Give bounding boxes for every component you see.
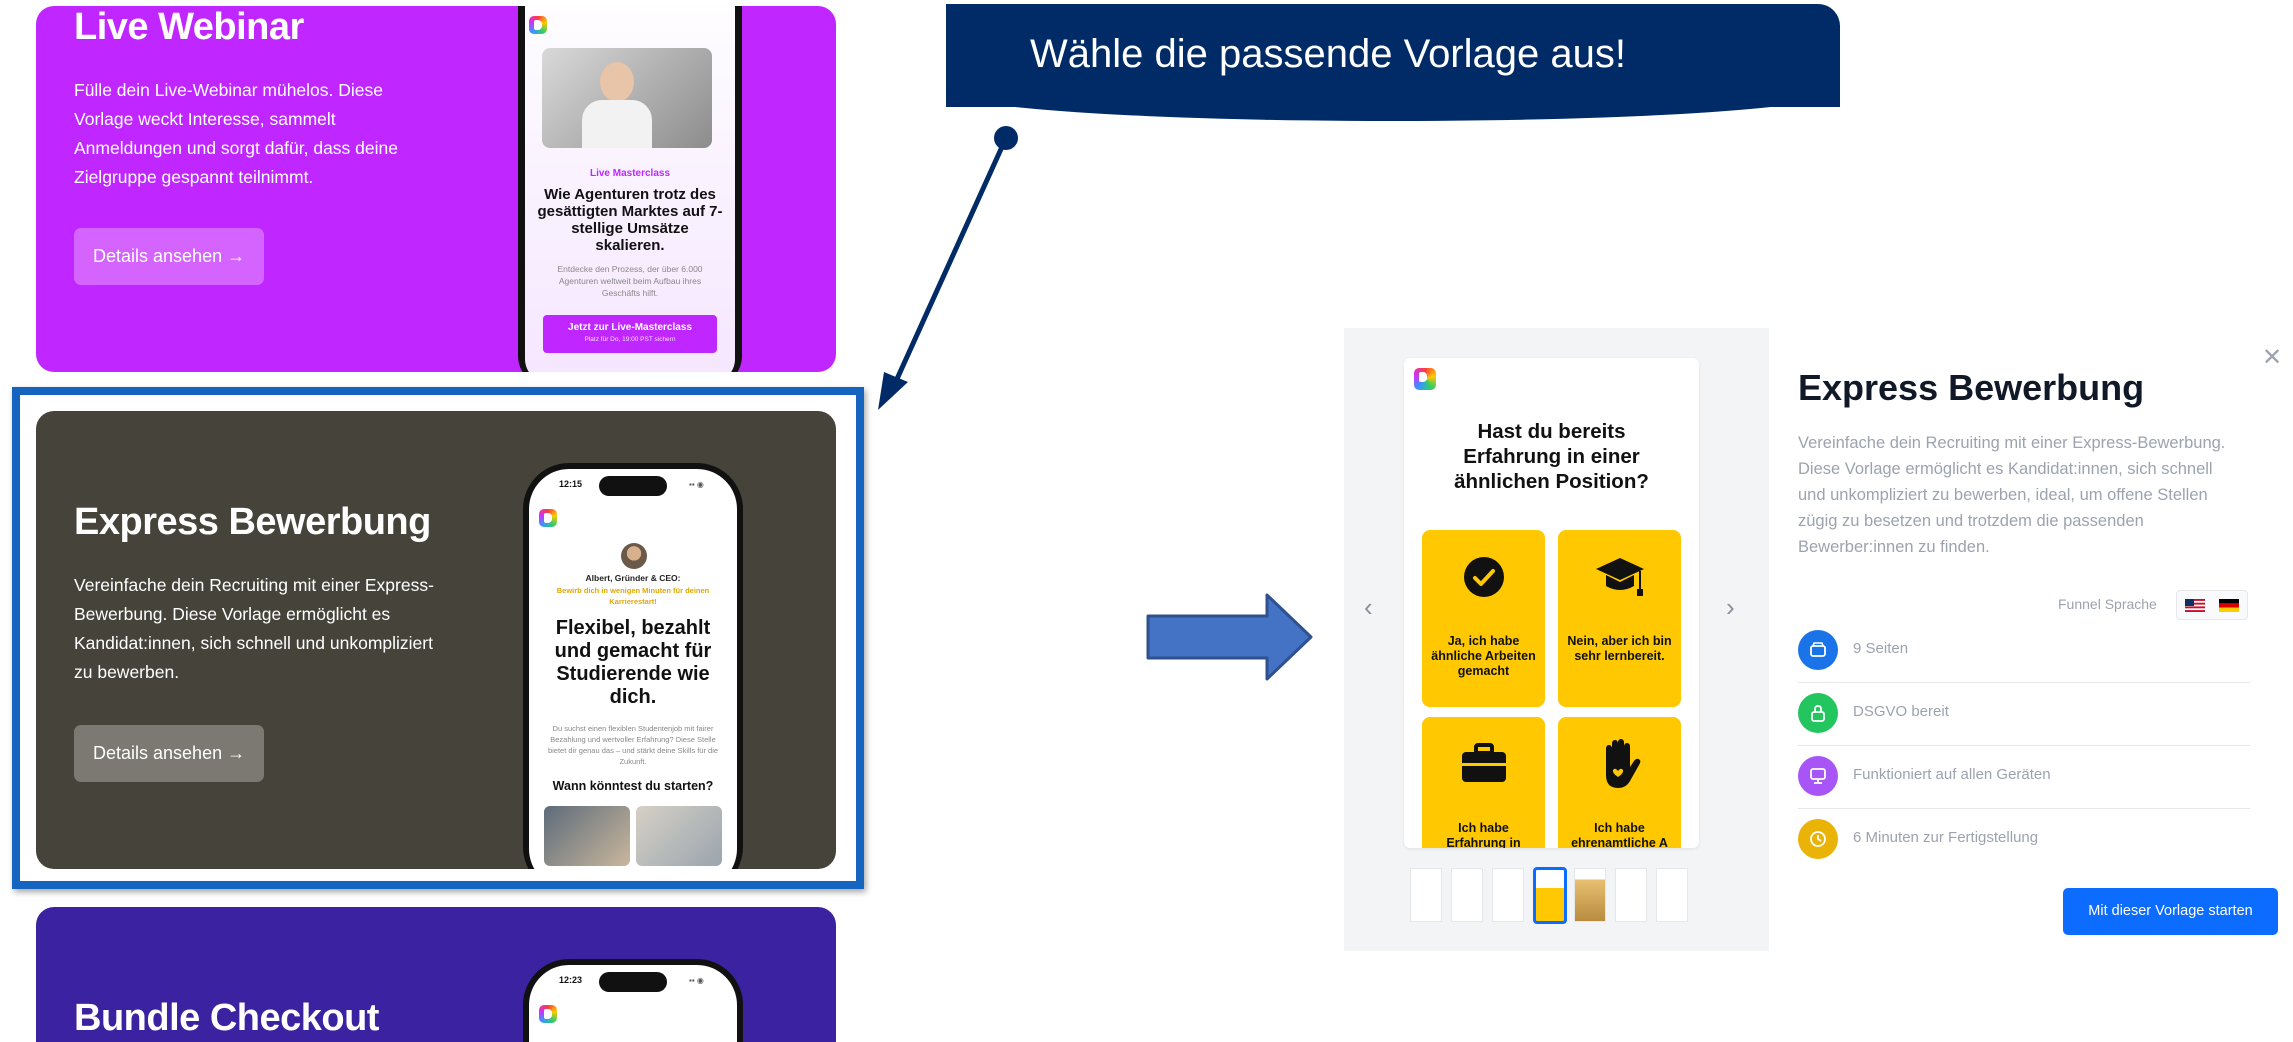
feature-label: Funktioniert auf allen Geräten bbox=[1853, 766, 2051, 783]
status-icons: ▪▪ ◉ bbox=[689, 976, 704, 985]
selection-highlight bbox=[12, 387, 864, 889]
phone-cta: Jetzt zur Live-Masterclass Platz für Do,… bbox=[543, 315, 717, 353]
pages-icon bbox=[1798, 630, 1838, 670]
answer-label: Ich habe Erfahrung in bbox=[1446, 821, 1521, 848]
dynamic-island bbox=[599, 972, 667, 992]
feature-row-devices: Funktioniert auf allen Geräten bbox=[1798, 746, 2250, 809]
page-thumbnail-selected[interactable] bbox=[1533, 867, 1567, 924]
template-preview-panel: ‹ › Hast du bereits Erfahrung in einer ä… bbox=[1344, 328, 1769, 951]
check-circle-icon bbox=[1464, 557, 1504, 597]
answer-option[interactable]: Nein, aber ich bin sehr lernbereit. bbox=[1558, 530, 1681, 707]
answer-option[interactable]: Ich habe ehrenamtliche A bbox=[1558, 717, 1681, 848]
phone-mockup: 12:23 ▪▪ ◉ bbox=[523, 959, 743, 1042]
us-flag-icon[interactable] bbox=[2185, 599, 2205, 612]
person-silhouette bbox=[600, 62, 634, 102]
card-title: Bundle Checkout bbox=[74, 997, 379, 1039]
feature-label: DSGVO bereit bbox=[1853, 703, 1949, 720]
answer-label: Ja, ich habe ähnliche Arbeiten gemacht bbox=[1431, 634, 1536, 678]
phone-mockup: Live Masterclass Wie Agenturen trotz des… bbox=[518, 6, 742, 372]
logo-icon bbox=[1414, 368, 1436, 390]
de-flag-icon[interactable] bbox=[2219, 599, 2239, 612]
template-card-bundle-checkout: Bundle Checkout 12:23 ▪▪ ◉ bbox=[36, 907, 836, 1042]
briefcase-icon bbox=[1462, 743, 1506, 782]
page-thumbnail[interactable] bbox=[1574, 868, 1606, 922]
feature-label: 6 Minuten zur Fertigstellung bbox=[1853, 829, 2039, 846]
details-button[interactable]: Details ansehen → bbox=[74, 228, 265, 285]
page-thumbnail[interactable] bbox=[1615, 868, 1647, 922]
card-title: Live Webinar bbox=[74, 6, 304, 48]
lock-icon bbox=[1798, 693, 1838, 733]
preview-page: Hast du bereits Erfahrung in einer ähnli… bbox=[1404, 358, 1699, 848]
instruction-banner: Wähle die passende Vorlage aus! bbox=[946, 4, 1840, 121]
answer-option[interactable]: Ja, ich habe ähnliche Arbeiten gemacht bbox=[1422, 530, 1545, 707]
phone-cta-label: Jetzt zur Live-Masterclass bbox=[568, 322, 692, 333]
language-label: Funnel Sprache bbox=[2058, 596, 2157, 612]
page-thumbnail[interactable] bbox=[1410, 868, 1442, 922]
right-arrow-icon bbox=[1146, 593, 1313, 681]
logo-icon bbox=[539, 1005, 557, 1023]
next-arrow-icon[interactable]: › bbox=[1726, 592, 1735, 623]
pointer-arrow-icon bbox=[878, 126, 1018, 410]
prev-arrow-icon[interactable]: ‹ bbox=[1364, 592, 1373, 623]
feature-row-pages: 9 Seiten bbox=[1798, 620, 2250, 683]
start-template-button[interactable]: Mit dieser Vorlage starten bbox=[2063, 888, 2278, 935]
language-switcher bbox=[2176, 590, 2248, 620]
page-thumbnail[interactable] bbox=[1656, 868, 1688, 922]
page-thumbnail[interactable] bbox=[1492, 868, 1524, 922]
phone-headline: Wie Agenturen trotz des gesättigten Mark… bbox=[537, 186, 723, 254]
close-icon[interactable]: ✕ bbox=[2262, 343, 2282, 372]
banner-text: Wähle die passende Vorlage aus! bbox=[1030, 32, 1626, 76]
modal-description: Vereinfache dein Recruiting mit einer Ex… bbox=[1798, 434, 2226, 556]
answer-option[interactable]: Ich habe Erfahrung in bbox=[1422, 717, 1545, 848]
hand-heart-icon bbox=[1606, 739, 1641, 788]
answer-label: Ich habe ehrenamtliche A bbox=[1571, 821, 1668, 848]
phone-screen: Live Masterclass Wie Agenturen trotz des… bbox=[525, 6, 735, 372]
phone-cta-sub: Platz für Do, 19:00 PST sichern bbox=[584, 336, 676, 343]
status-time: 12:23 bbox=[559, 975, 583, 985]
page-thumbnail[interactable] bbox=[1451, 868, 1483, 922]
monitor-icon bbox=[1798, 756, 1838, 796]
feature-label: 9 Seiten bbox=[1853, 640, 1909, 657]
answer-label: Nein, aber ich bin sehr lernbereit. bbox=[1567, 634, 1672, 663]
phone-screen: 12:23 ▪▪ ◉ bbox=[529, 965, 737, 1042]
graduation-cap-icon bbox=[1596, 558, 1644, 596]
logo-icon bbox=[529, 16, 547, 34]
preview-question: Hast du bereits Erfahrung in einer ähnli… bbox=[1454, 420, 1649, 493]
card-description: Fülle dein Live-Webinar mühelos. Diese V… bbox=[74, 80, 398, 187]
clock-icon bbox=[1798, 819, 1838, 859]
phone-tag: Live Masterclass bbox=[589, 168, 671, 179]
modal-title: Express Bewerbung bbox=[1798, 367, 2145, 408]
phone-subtext: Entdecke den Prozess, der über 6.000 Age… bbox=[557, 264, 703, 298]
webinar-photo bbox=[542, 48, 712, 148]
feature-row-duration: 6 Minuten zur Fertigstellung bbox=[1798, 809, 2250, 872]
feature-row-dsgvo: DSGVO bereit bbox=[1798, 683, 2250, 746]
template-card-live-webinar: Live Webinar Fülle dein Live-Webinar müh… bbox=[36, 6, 836, 372]
